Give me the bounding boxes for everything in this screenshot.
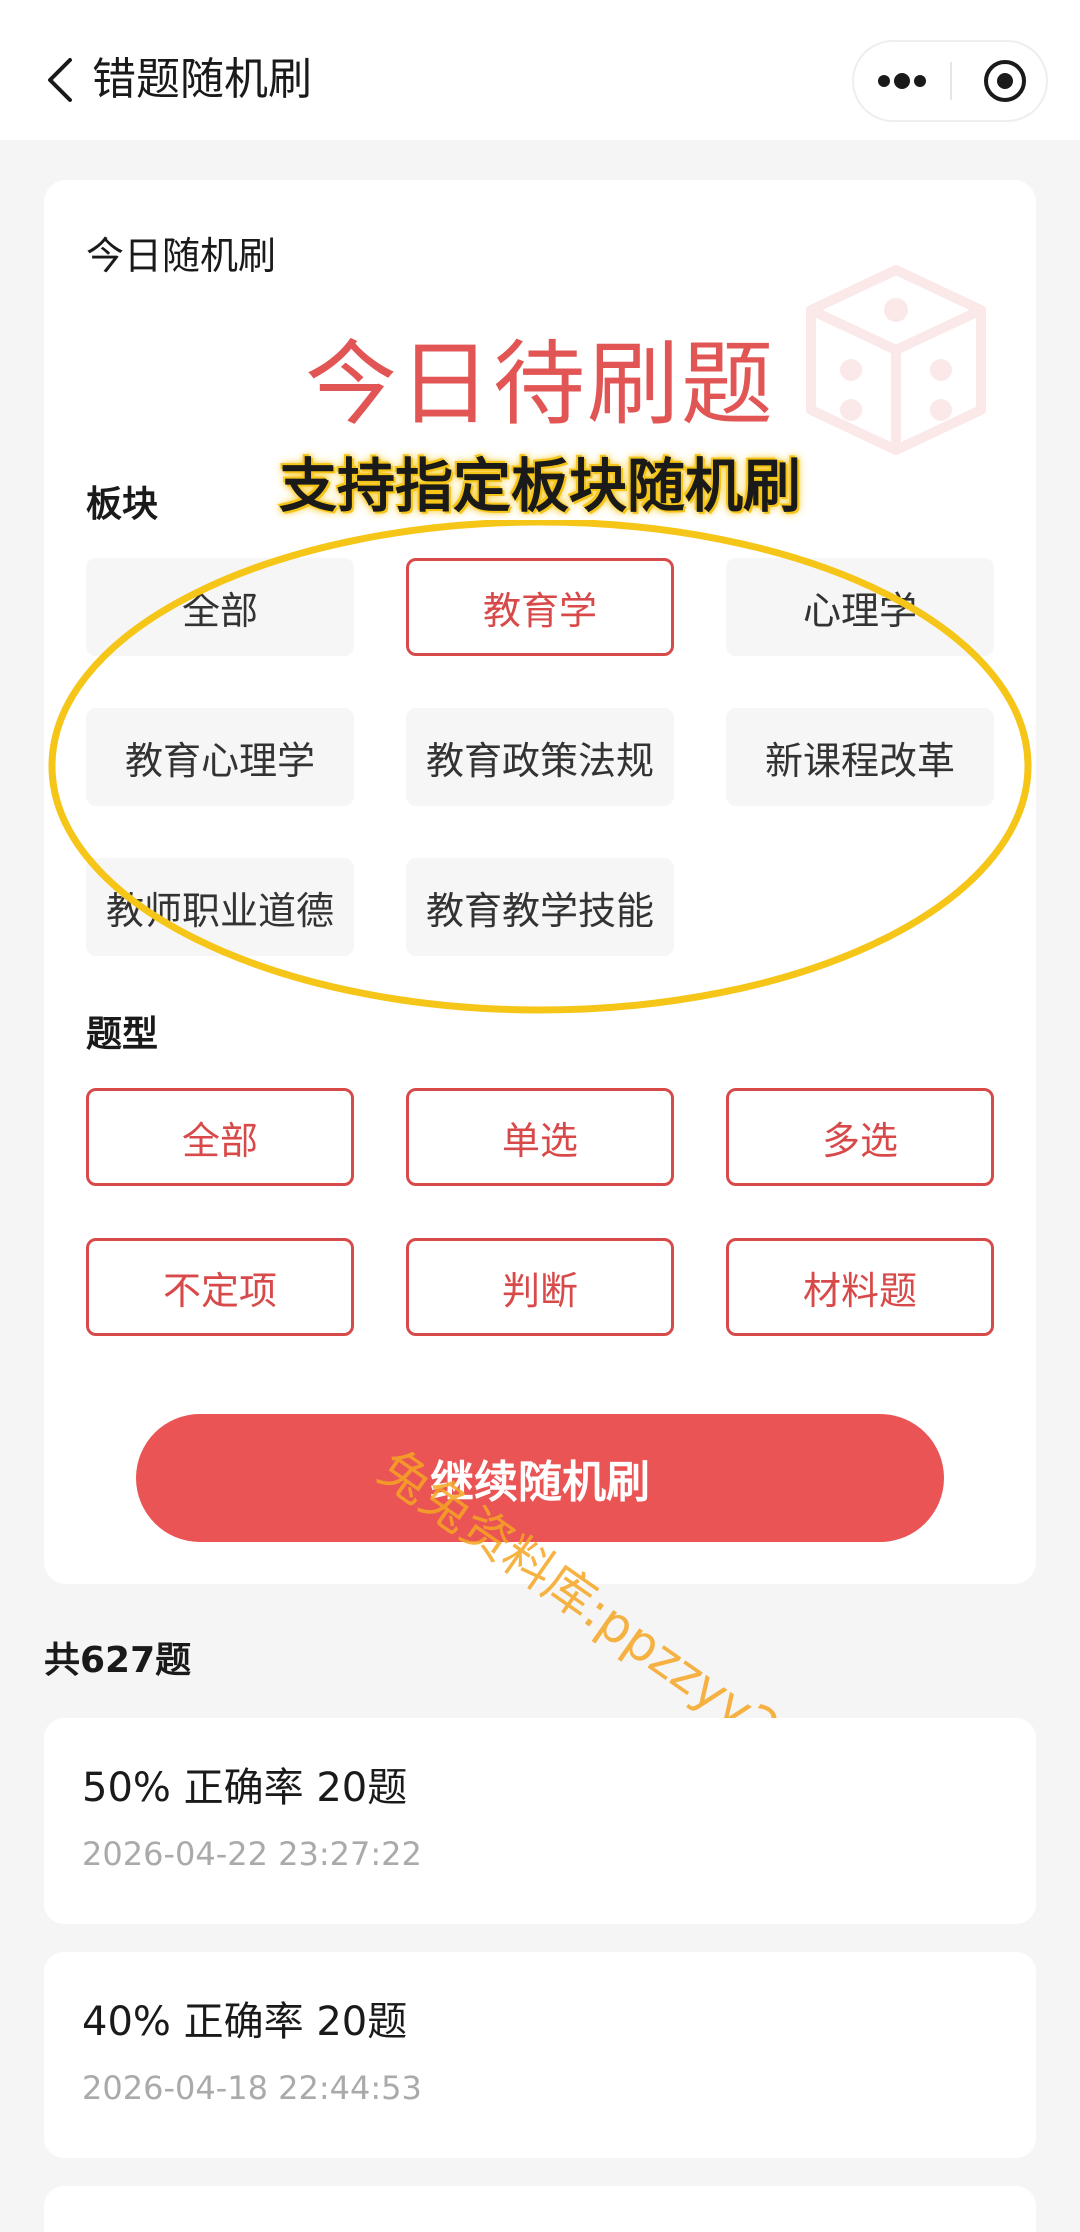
section-chip-teacher-ethics[interactable]: 教师职业道德 — [86, 858, 354, 956]
section-chip-pedagogy[interactable]: 教育学 — [406, 558, 674, 656]
nav-bar: 错题随机刷 — [0, 0, 1080, 140]
record-item-partial[interactable] — [44, 2186, 1036, 2232]
continue-button[interactable]: 继续随机刷 — [136, 1414, 944, 1542]
section-chip-education-policy[interactable]: 教育政策法规 — [406, 708, 674, 806]
capsule-divider — [950, 62, 952, 100]
section-chip-teaching-skills[interactable]: 教育教学技能 — [406, 858, 674, 956]
record-time: 2026-04-18 22:44:53 — [82, 2069, 422, 2107]
back-arrow-icon[interactable] — [40, 50, 80, 110]
type-chip-judgement[interactable]: 判断 — [406, 1238, 674, 1336]
type-chip-all[interactable]: 全部 — [86, 1088, 354, 1186]
section-chip-all[interactable]: 全部 — [86, 558, 354, 656]
section-chip-psychology[interactable]: 心理学 — [726, 558, 994, 656]
random-practice-card: 今日随机刷 今日待刷题 支持指定板块随机刷 板块 全部 教育学 心理学 教育心理… — [44, 180, 1036, 1584]
type-chip-single[interactable]: 单选 — [406, 1088, 674, 1186]
record-time: 2026-04-22 23:27:22 — [82, 1835, 422, 1873]
section-chip-educational-psychology[interactable]: 教育心理学 — [86, 708, 354, 806]
card-heading: 今日随机刷 — [86, 234, 277, 278]
total-count: 共627题 — [44, 1640, 192, 1681]
close-target-icon[interactable] — [982, 58, 1028, 104]
mini-program-capsule — [852, 40, 1048, 122]
more-dots-icon[interactable] — [874, 59, 930, 103]
section-label: 板块 — [86, 484, 159, 525]
type-chip-material[interactable]: 材料题 — [726, 1238, 994, 1336]
overlay-title: 今日待刷题 — [304, 331, 775, 438]
record-item[interactable]: 50% 正确率 20题 2026-04-22 23:27:22 — [44, 1718, 1036, 1924]
record-title: 50% 正确率 20题 — [82, 1765, 408, 1811]
type-chip-multiple[interactable]: 多选 — [726, 1088, 994, 1186]
section-chip-curriculum-reform[interactable]: 新课程改革 — [726, 708, 994, 806]
type-chip-indefinite[interactable]: 不定项 — [86, 1238, 354, 1336]
type-label: 题型 — [86, 1014, 159, 1055]
overlay-subtitle: 支持指定板块随机刷 — [278, 452, 801, 520]
record-title: 40% 正确率 20题 — [82, 1999, 408, 2045]
page-title: 错题随机刷 — [92, 54, 312, 105]
record-item[interactable]: 40% 正确率 20题 2026-04-18 22:44:53 — [44, 1952, 1036, 2158]
